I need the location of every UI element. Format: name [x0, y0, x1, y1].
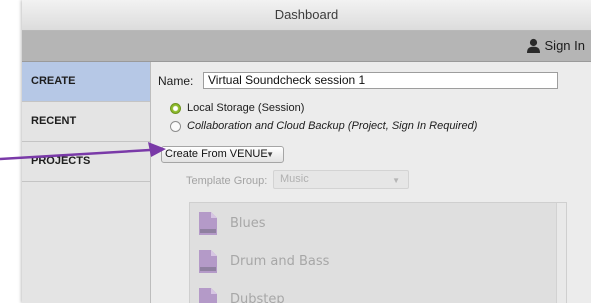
user-icon — [526, 38, 540, 53]
template-file-icon — [199, 250, 217, 273]
template-group-dropdown[interactable]: Music ▼ — [273, 170, 409, 189]
cloud-backup-radio[interactable] — [170, 120, 181, 132]
sidebar-item-create[interactable]: CREATE — [22, 62, 150, 102]
sidebar-item-label: CREATE — [31, 75, 76, 87]
template-name: Dubstep — [230, 292, 285, 303]
template-file-icon — [199, 212, 217, 235]
cloud-backup-option[interactable]: Collaboration and Cloud Backup (Project,… — [170, 120, 477, 132]
sidebar: CREATE RECENT PROJECTS — [22, 62, 151, 303]
session-name-input[interactable]: Virtual Soundcheck session 1 — [203, 72, 558, 89]
sign-in-button[interactable]: Sign In — [526, 38, 585, 53]
create-from-venue-dropdown[interactable]: Create From VENUE ▼ — [161, 146, 284, 163]
local-storage-label: Local Storage (Session) — [187, 102, 305, 114]
sidebar-item-label: RECENT — [31, 115, 77, 127]
annotation-arrow-icon — [0, 142, 166, 161]
template-file-icon — [199, 288, 217, 303]
create-from-venue-label: Create From VENUE — [165, 148, 268, 160]
sign-in-label: Sign In — [544, 38, 585, 53]
window-titlebar: Dashboard — [22, 0, 591, 31]
list-item[interactable]: Blues — [198, 211, 266, 236]
list-item[interactable]: Drum and Bass — [198, 249, 329, 274]
list-item[interactable]: Dubstep — [198, 287, 285, 303]
template-group-value: Music — [280, 173, 309, 185]
local-storage-option[interactable]: Local Storage (Session) — [170, 102, 304, 114]
chevron-down-icon: ▼ — [392, 176, 400, 185]
create-panel: Name: Virtual Soundcheck session 1 Local… — [151, 62, 591, 303]
cloud-backup-label: Collaboration and Cloud Backup (Project,… — [187, 120, 478, 132]
template-name: Drum and Bass — [230, 254, 330, 269]
template-list-scrollbar[interactable] — [556, 203, 566, 303]
name-label: Name: — [158, 74, 194, 88]
template-name: Blues — [230, 216, 266, 231]
header-bar: Sign In — [22, 31, 591, 62]
window-title: Dashboard — [274, 7, 339, 22]
chevron-down-icon: ▼ — [266, 150, 274, 159]
template-group-label: Template Group: — [186, 175, 268, 187]
local-storage-radio[interactable] — [170, 102, 181, 114]
sidebar-item-recent[interactable]: RECENT — [22, 102, 150, 142]
template-list[interactable]: Blues Drum and Bass Dubstep — [189, 202, 567, 303]
